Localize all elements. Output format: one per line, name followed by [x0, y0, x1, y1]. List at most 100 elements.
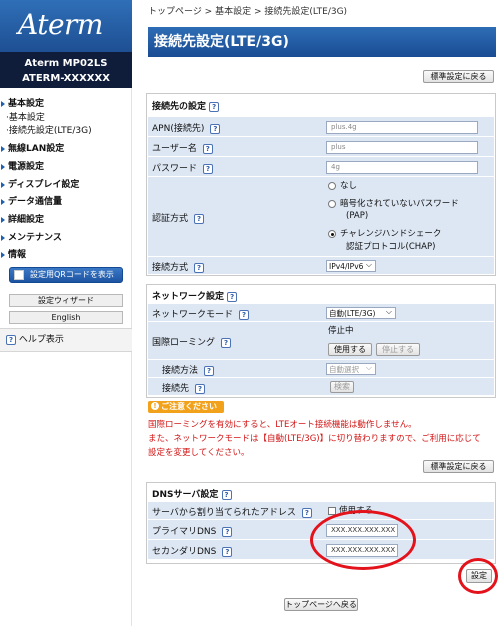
chevron-right-icon	[1, 251, 5, 258]
apn-input[interactable]: plus.4g	[326, 121, 478, 134]
roaming-dest-label: 接続先?	[162, 381, 206, 394]
sidebar-item-label: 接続先設定(LTE/3G)	[8, 126, 92, 136]
help-icon[interactable]: ?	[202, 143, 213, 154]
dns-highlight-circle	[310, 510, 416, 570]
chevron-right-icon	[1, 100, 5, 107]
auth-none-label: なし	[340, 181, 358, 191]
auth-row: 認証方式?	[148, 177, 494, 257]
dns-assigned-label: サーバから割り当てられたアドレス?	[152, 505, 312, 518]
roaming-row: 国際ローミング?	[148, 322, 494, 360]
sidebar: Aterm Aterm MP02LS ATERM-XXXXXX 基本設定 ·基本…	[0, 0, 132, 626]
auth-chap-radio[interactable]	[328, 230, 336, 238]
sidebar-item-basic-settings[interactable]: 基本設定	[0, 98, 132, 111]
auth-label: 認証方式?	[152, 211, 205, 224]
sidebar-item-label: 基本設定	[8, 99, 45, 109]
apply-button[interactable]: 設定	[466, 569, 492, 583]
sidebar-item-label: 無線LAN設定	[8, 144, 65, 154]
help-icon[interactable]: ?	[301, 507, 312, 518]
roaming-label: 国際ローミング?	[152, 335, 232, 348]
network-heading: ネットワーク設定 ?	[152, 289, 238, 302]
help-icon[interactable]: ?	[209, 101, 220, 112]
help-icon[interactable]: ?	[195, 383, 206, 394]
apn-label: APN(接続先)?	[152, 121, 221, 134]
sidebar-item-label: 基本設定	[8, 113, 45, 123]
sidebar-item-power[interactable]: 電源設定	[0, 161, 132, 174]
roaming-use-button[interactable]: 使用する	[328, 343, 372, 356]
username-input[interactable]: plus	[326, 141, 478, 154]
dns-primary-label-text: プライマリDNS	[152, 527, 217, 537]
setup-wizard-button[interactable]: 設定ウィザード	[9, 294, 123, 307]
roaming-method-label-text: 接続方法	[162, 366, 199, 376]
notice-line-1: 国際ローミングを有効にすると、LTEオート接続機能は動作しません。	[148, 420, 417, 430]
sidebar-item-connection[interactable]: ·接続先設定(LTE/3G)	[0, 125, 132, 138]
qr-code-button[interactable]: 設定用QRコードを表示	[9, 267, 123, 283]
network-heading-text: ネットワーク設定	[152, 292, 225, 302]
sidebar-item-maintenance[interactable]: メンテナンス	[0, 232, 132, 245]
help-icon[interactable]: ?	[194, 213, 205, 224]
sidebar-item-data-usage[interactable]: データ通信量	[0, 196, 132, 209]
network-mode-label: ネットワークモード?	[152, 307, 250, 320]
page-title: 接続先設定(LTE/3G)	[148, 27, 496, 57]
sidebar-item-label: 電源設定	[8, 162, 45, 172]
roaming-label-text: 国際ローミング	[152, 338, 216, 348]
network-mode-select[interactable]: 自動(LTE/3G)	[326, 306, 396, 319]
english-button[interactable]: English	[9, 311, 123, 324]
auth-pap-radio[interactable]	[328, 200, 336, 208]
help-icon[interactable]: ?	[222, 526, 233, 537]
chevron-right-icon	[1, 198, 5, 205]
roaming-search-button[interactable]: 検索	[330, 381, 354, 393]
auth-label-text: 認証方式	[152, 214, 189, 224]
notice-line-2: また、ネットワークモードは【自動(LTE/3G)】に切り替わりますので、ご利用に…	[148, 434, 481, 444]
sidebar-item-info[interactable]: 情報	[0, 249, 132, 262]
model-info: Aterm MP02LS ATERM-XXXXXX	[0, 52, 132, 88]
sidebar-item-label: ディスプレイ設定	[8, 180, 80, 190]
help-icon[interactable]: ?	[222, 546, 233, 557]
roaming-stop-button[interactable]: 停止する	[376, 343, 420, 356]
chevron-right-icon	[1, 181, 5, 188]
sidebar-item-basic[interactable]: ·基本設定	[0, 112, 132, 125]
sidebar-item-label: 詳細設定	[8, 215, 45, 225]
notice-badge: ご注意ください	[148, 401, 224, 413]
logo-text: Aterm	[18, 8, 104, 41]
auth-pap-sublabel: (PAP)	[346, 211, 369, 221]
help-icon[interactable]: ?	[221, 337, 232, 348]
page: Aterm Aterm MP02LS ATERM-XXXXXX 基本設定 ·基本…	[0, 0, 500, 626]
network-mode-row: ネットワークモード?	[148, 304, 494, 322]
connection-heading-text: 接続先の設定	[152, 102, 207, 112]
help-icon[interactable]: ?	[194, 262, 205, 273]
help-toggle[interactable]: ? ヘルプ表示	[0, 328, 132, 352]
username-label-text: ユーザー名	[152, 144, 197, 154]
help-icon[interactable]: ?	[239, 309, 250, 320]
dns-secondary-label: セカンダリDNS?	[152, 544, 233, 557]
conn-type-select[interactable]: IPv4/IPv6	[326, 259, 376, 272]
sidebar-item-display[interactable]: ディスプレイ設定	[0, 179, 132, 192]
conn-type-label-text: 接続方式	[152, 263, 189, 273]
qr-code-icon	[14, 270, 24, 280]
auth-none-radio[interactable]	[328, 182, 336, 190]
restore-default-button-top[interactable]: 標準設定に戻る	[423, 70, 494, 83]
back-to-top-button[interactable]: トップページへ戻る	[284, 598, 358, 611]
conn-type-row: 接続方式?	[148, 257, 494, 275]
breadcrumb: トップページ > 基本設定 > 接続先設定(LTE/3G)	[148, 7, 348, 17]
sidebar-item-wlan[interactable]: 無線LAN設定	[0, 143, 132, 156]
qr-code-button-label: 設定用QRコードを表示	[30, 270, 114, 279]
sidebar-item-label: メンテナンス	[8, 233, 62, 243]
sidebar-item-label: 情報	[8, 250, 27, 260]
help-icon[interactable]: ?	[210, 123, 221, 134]
help-icon[interactable]: ?	[221, 489, 232, 500]
roaming-method-select[interactable]: 自動選択	[326, 362, 376, 375]
restore-default-button-bottom[interactable]: 標準設定に戻る	[423, 460, 494, 473]
conn-type-label: 接続方式?	[152, 260, 205, 273]
help-icon[interactable]: ?	[203, 163, 214, 174]
password-label-text: パスワード	[152, 164, 198, 174]
sidebar-item-advanced[interactable]: 詳細設定	[0, 214, 132, 227]
dns-secondary-label-text: セカンダリDNS	[152, 547, 217, 557]
help-icon[interactable]: ?	[227, 291, 238, 302]
help-icon[interactable]: ?	[204, 365, 215, 376]
auth-pap-label: 暗号化されていないパスワード	[340, 199, 459, 209]
roaming-method-label: 接続方法?	[162, 363, 215, 376]
auth-chap-sublabel: 認証プロトコル(CHAP)	[346, 242, 436, 252]
chevron-right-icon	[1, 234, 5, 241]
password-input[interactable]: 4g	[326, 161, 478, 174]
roaming-dest-row: 接続先?	[148, 378, 494, 396]
